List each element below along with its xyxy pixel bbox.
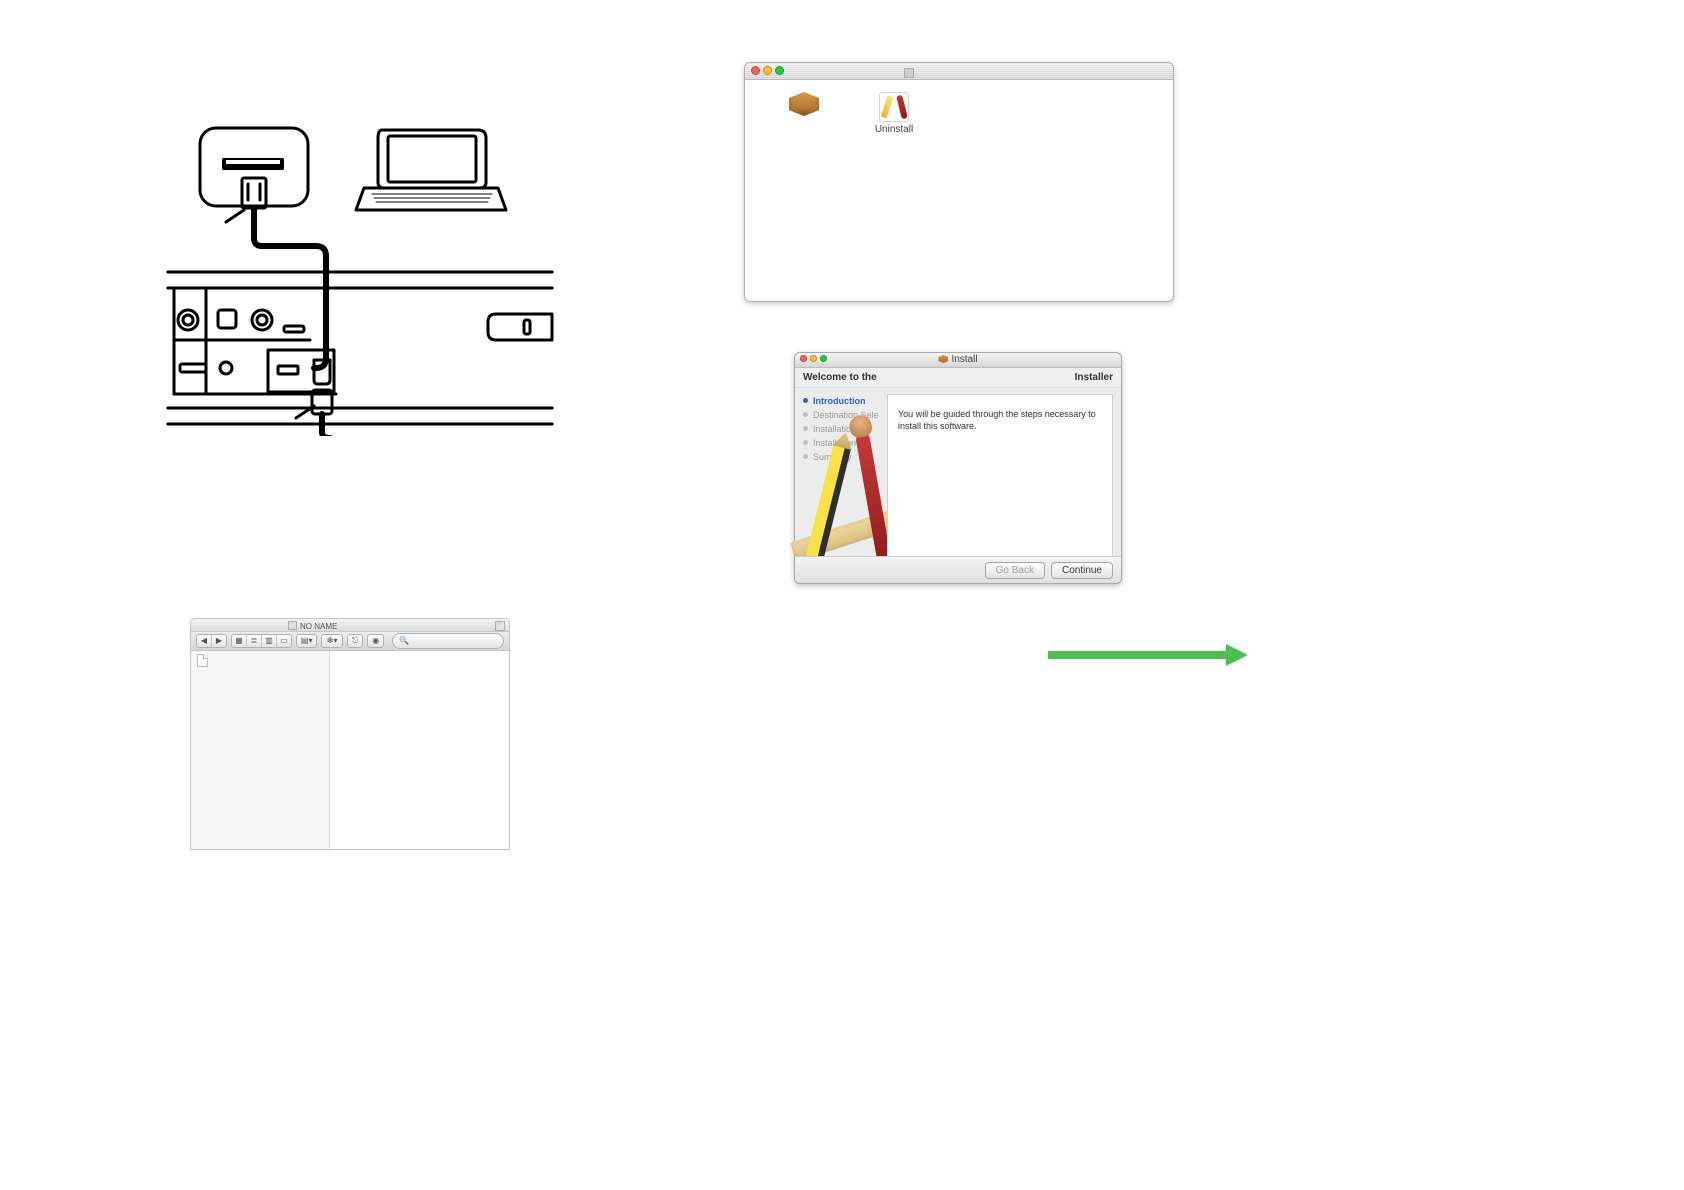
window-title: NO NAME	[288, 621, 337, 631]
go-back-button: Go Back	[985, 562, 1045, 579]
column-view-icon: ▥	[262, 635, 276, 647]
nav-back-forward[interactable]: ◀ ▶	[196, 634, 227, 648]
package-icon	[938, 355, 948, 363]
search-field[interactable]: 🔍	[392, 633, 504, 649]
finder-window-no-name: NO NAME ◀ ▶ ▦ ≣ ▥ ▭ ▤▾ ✻▾ ⎋	[190, 618, 510, 846]
volume-icon	[288, 621, 297, 630]
fullscreen-icon[interactable]	[495, 621, 505, 631]
continue-button[interactable]: Continue	[1051, 562, 1113, 579]
finder-window-driver-folder: Uninstall	[744, 62, 1174, 302]
icon-view-icon: ▦	[232, 635, 246, 647]
document-icon	[197, 654, 208, 667]
step-introduction: Introduction	[803, 394, 887, 408]
uninstall-app[interactable]: Uninstall	[865, 92, 923, 135]
finder-content[interactable]	[330, 651, 509, 849]
step-installation-type: Installation	[803, 422, 887, 436]
installer-heading-left: Welcome to the	[803, 372, 877, 383]
share-icon: ⎋	[352, 637, 358, 645]
gear-icon: ✻▾	[327, 637, 338, 645]
view-switcher[interactable]: ▦ ≣ ▥ ▭	[231, 634, 292, 648]
chevron-left-icon: ◀	[197, 635, 211, 647]
step-summary: Summary	[803, 450, 887, 464]
coverflow-view-icon: ▭	[277, 635, 291, 647]
installer-titlebar[interactable]: Install	[795, 353, 1121, 368]
chevron-right-icon: ▶	[212, 635, 226, 647]
share-button[interactable]: ⎋	[347, 634, 364, 648]
minimize-icon[interactable]	[763, 66, 772, 75]
package-icon	[789, 92, 819, 116]
arrow-right-icon	[1048, 644, 1248, 666]
finder-titlebar[interactable]	[745, 63, 1173, 80]
tag-icon: ◉	[372, 637, 379, 645]
uninstall-icon	[879, 92, 909, 122]
installer-content-pane: You will be guided through the steps nec…	[887, 394, 1113, 566]
step-installation: Installation	[803, 436, 887, 450]
file-label: Uninstall	[865, 124, 923, 135]
window-title-text: NO NAME	[300, 622, 337, 631]
search-icon: 🔍	[399, 637, 409, 645]
finder-sidebar[interactable]	[191, 651, 330, 849]
finder-toolbar: ◀ ▶ ▦ ≣ ▥ ▭ ▤▾ ✻▾ ⎋ ◉ 🔍	[190, 631, 510, 651]
installer-body-text: You will be guided through the steps nec…	[898, 409, 1102, 432]
window-title-text: Install	[951, 354, 977, 365]
continue-arrow	[1048, 644, 1248, 666]
tags-button[interactable]: ◉	[367, 634, 384, 648]
proxy-icon	[904, 68, 914, 78]
window-title: Install	[795, 353, 1121, 367]
close-icon[interactable]	[751, 66, 760, 75]
sidebar-item[interactable]	[191, 651, 329, 670]
installer-heading-right: Installer	[1075, 372, 1113, 383]
arrange-icon: ▤▾	[301, 637, 313, 645]
list-view-icon: ≣	[247, 635, 261, 647]
installer-package[interactable]	[775, 92, 833, 122]
step-destination: Destination Sele	[803, 408, 887, 422]
installer-steps-sidebar: Introduction Destination Sele Installati…	[795, 388, 887, 566]
search-input[interactable]	[413, 636, 497, 647]
usb-connection-diagram	[166, 118, 554, 436]
arrange-menu[interactable]: ▤▾	[296, 634, 317, 648]
installer-window: Install Welcome to the Installer Introdu…	[794, 352, 1122, 584]
zoom-icon[interactable]	[775, 66, 784, 75]
finder-titlebar[interactable]: NO NAME	[190, 618, 510, 631]
action-menu[interactable]: ✻▾	[321, 634, 342, 648]
